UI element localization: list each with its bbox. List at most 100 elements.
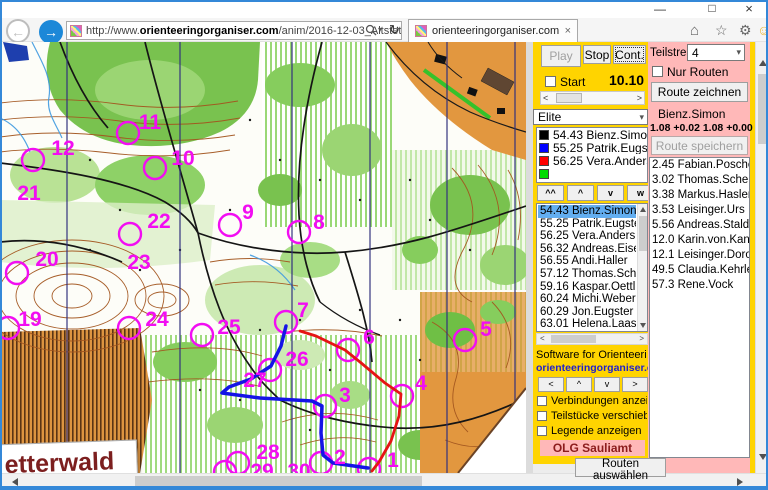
slider-thumb[interactable] bbox=[556, 93, 582, 103]
forward-button[interactable]: → bbox=[39, 20, 63, 44]
runner-row[interactable]: 56.25 Vera.Anders bbox=[538, 230, 636, 243]
slider-left-icon[interactable]: < bbox=[543, 93, 548, 103]
legend-row[interactable] bbox=[537, 180, 647, 182]
runner-row[interactable]: 60.29 Jon.Eugster bbox=[538, 306, 636, 319]
runner-scroll-thumb[interactable] bbox=[639, 216, 647, 251]
nur-routen-checkbox[interactable] bbox=[652, 66, 663, 77]
scroll-up-icon[interactable] bbox=[759, 60, 767, 66]
pan-left-button[interactable]: < bbox=[538, 377, 564, 392]
refresh-icon[interactable]: ↻ bbox=[389, 22, 400, 38]
search-icon[interactable] bbox=[365, 24, 377, 36]
scroll-down-icon[interactable] bbox=[759, 454, 767, 460]
play-button[interactable]: Play bbox=[541, 45, 581, 67]
time-slider[interactable]: < > bbox=[540, 91, 645, 105]
runner-row[interactable]: 57.12 Thomas.Scher bbox=[538, 268, 636, 281]
control-number-6: 6 bbox=[363, 326, 375, 349]
hscroll-left-icon[interactable]: < bbox=[540, 334, 545, 343]
runner-row[interactable]: 55.25 Patrik.Eugster bbox=[538, 218, 636, 231]
chevron-down-icon: ▾ bbox=[639, 111, 644, 122]
chevron-down-icon: ▾ bbox=[736, 47, 741, 57]
list-nav-button-v[interactable]: v bbox=[597, 185, 624, 201]
clock-time: 10.10 bbox=[609, 72, 645, 88]
legend-label: 56.25 Vera.Anders bbox=[553, 154, 647, 167]
runner-row[interactable]: 56.32 Andreas.Eisen bbox=[538, 243, 636, 256]
scroll-left-icon[interactable] bbox=[12, 478, 18, 486]
split-row[interactable]: 12.0 Karin.von.Kanel bbox=[650, 233, 749, 248]
legend-listbox[interactable]: 54.43 Bienz.Simon55.25 Patrik.Eugster56.… bbox=[536, 127, 648, 183]
split-row[interactable]: 3.53 Leisinger.Urs bbox=[650, 203, 749, 218]
select-routes-button[interactable]: Routen auswählen bbox=[575, 458, 666, 481]
leg-label: Teilstre bbox=[650, 47, 687, 59]
scroll-up-icon[interactable] bbox=[640, 207, 646, 212]
splits-listbox[interactable]: 2.45 Fabian.Poschel 3.02 Thomas.Schere 3.3… bbox=[649, 157, 750, 458]
verbindungen-checkbox-label: Verbindungen anzeigen bbox=[551, 395, 647, 407]
pan-down-button[interactable]: v bbox=[594, 377, 620, 392]
pan-right-button[interactable]: > bbox=[622, 377, 648, 392]
hscroll-right-icon[interactable]: > bbox=[639, 334, 644, 343]
split-row[interactable]: 12.1 Leisinger.Dorott bbox=[650, 248, 749, 263]
pan-up-button[interactable]: ^ bbox=[566, 377, 592, 392]
runner-list-scrollbar[interactable] bbox=[637, 204, 647, 331]
control-number-3: 3 bbox=[339, 384, 351, 407]
vertical-scrollbar[interactable] bbox=[755, 42, 768, 473]
runner-list-hscrollbar[interactable]: < > bbox=[536, 333, 648, 345]
slider-right-icon[interactable]: > bbox=[637, 93, 642, 103]
legend-row[interactable]: 55.25 Patrik.Eugster bbox=[537, 141, 647, 154]
stop-button[interactable]: Stop bbox=[583, 45, 611, 64]
legende-checkbox[interactable] bbox=[537, 426, 547, 436]
continue-button[interactable]: Cont. bbox=[613, 45, 646, 64]
save-route-button[interactable]: Route speichern bbox=[651, 136, 748, 155]
legend-label: 54.43 Bienz.Simon bbox=[553, 128, 647, 141]
selected-runner-name: Bienz.Simon bbox=[658, 107, 726, 121]
tab-close-icon[interactable]: × bbox=[565, 25, 571, 37]
home-icon[interactable]: ⌂ bbox=[690, 22, 699, 39]
browser-tab[interactable]: orienteeringorganiser.com × bbox=[408, 19, 578, 42]
control-number-2: 2 bbox=[334, 446, 346, 469]
legend-row[interactable] bbox=[537, 167, 647, 180]
split-row[interactable]: 2.45 Fabian.Poschel bbox=[650, 158, 749, 173]
minimize-button[interactable]: — bbox=[652, 2, 668, 16]
class-select[interactable]: Elite ▾ bbox=[533, 109, 648, 125]
legend-row[interactable]: 56.25 Vera.Anders bbox=[537, 154, 647, 167]
start-checkbox[interactable] bbox=[545, 76, 556, 87]
leg-select[interactable]: 4 ▾ bbox=[687, 44, 745, 61]
split-row[interactable]: 3.38 Markus.Hasler bbox=[650, 188, 749, 203]
map-area[interactable]: 11 12 10 21 22 9 20 23 8 19 24 25 7 26 27 6 3 5 4 28 2 30 1 29 … bbox=[0, 42, 526, 473]
split-row[interactable]: 5.56 Andreas.Stalder bbox=[650, 218, 749, 233]
vscroll-thumb[interactable] bbox=[758, 74, 767, 144]
back-button[interactable]: ← bbox=[6, 19, 30, 43]
maximize-button[interactable]: □ bbox=[704, 1, 720, 15]
address-bar[interactable]: http://www. orienteeringorganiser.com/ani… bbox=[66, 21, 402, 40]
orienteering-map: 1112 102122 920 23819 24 2572627635428 230 129 bbox=[0, 42, 526, 473]
runner-row[interactable]: 60.24 Michi.Weber bbox=[538, 293, 636, 306]
legend-row[interactable]: 54.43 Bienz.Simon bbox=[537, 128, 647, 141]
favorites-star-icon[interactable]: ☆ bbox=[715, 22, 728, 39]
url-dropdown-icon[interactable]: ▾ bbox=[378, 25, 382, 34]
hscroll-thumb[interactable] bbox=[135, 476, 422, 486]
verbindungen-checkbox[interactable] bbox=[537, 396, 547, 406]
hscroll-thumb[interactable] bbox=[551, 335, 596, 343]
runner-listbox[interactable]: 54.43 Bienz.Simon 55.25 Patrik.Eugster 56.… bbox=[536, 203, 648, 332]
runner-row[interactable]: 63.01 Helena.Laasch bbox=[538, 318, 636, 331]
split-row[interactable]: 49.5 Claudia.Kehrle bbox=[650, 263, 749, 278]
close-button[interactable]: × bbox=[741, 1, 757, 16]
split-row[interactable]: 3.02 Thomas.Schere bbox=[650, 173, 749, 188]
legend-label: 55.25 Patrik.Eugster bbox=[553, 141, 647, 154]
runner-stats: 1.08 +0.02 1.08 +0.00 bbox=[650, 122, 753, 134]
runner-row[interactable]: 54.43 Bienz.Simon bbox=[538, 205, 636, 218]
leg-select-value: 4 bbox=[692, 45, 699, 60]
draw-route-button[interactable]: Route zeichnen bbox=[651, 82, 748, 102]
scroll-right-icon[interactable] bbox=[737, 478, 743, 486]
teilstuecke-checkbox[interactable] bbox=[537, 411, 547, 421]
control-number-12: 12 bbox=[51, 137, 74, 160]
runner-row[interactable]: 59.16 Kaspar.Oettli bbox=[538, 281, 636, 294]
runner-row[interactable]: 56.55 Andi.Haller bbox=[538, 255, 636, 268]
list-nav-button-[interactable]: ^ bbox=[567, 185, 594, 201]
smiley-feedback-icon[interactable]: ☺ bbox=[757, 22, 768, 38]
list-nav-button-[interactable]: ^^ bbox=[537, 185, 564, 201]
split-row[interactable]: 57.3 Rene.Vock bbox=[650, 278, 749, 293]
legend-color-swatch bbox=[539, 142, 549, 153]
control-number-23: 23 bbox=[127, 251, 150, 274]
scroll-down-icon[interactable] bbox=[640, 323, 646, 328]
settings-gear-icon[interactable]: ⚙ bbox=[739, 22, 752, 39]
